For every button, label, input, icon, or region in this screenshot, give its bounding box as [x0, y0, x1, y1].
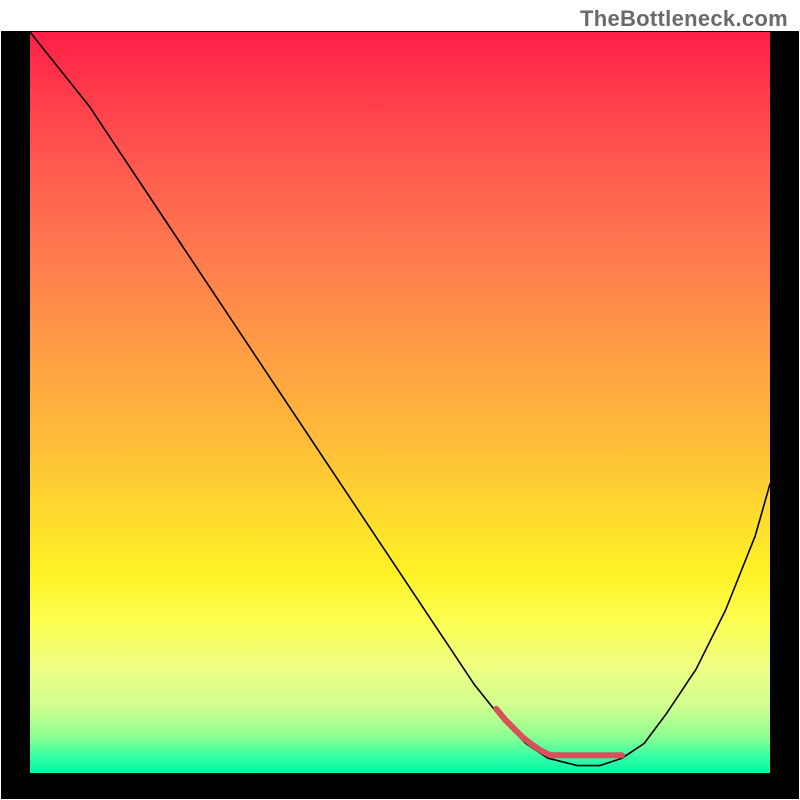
plot-area	[30, 32, 770, 773]
chart-frame	[1, 31, 799, 799]
chart-svg	[30, 32, 770, 773]
optimal-zone-lobe	[496, 709, 622, 755]
watermark-text: TheBottleneck.com	[580, 6, 788, 32]
bottleneck-curve	[30, 32, 770, 766]
screenshot-root: TheBottleneck.com	[0, 0, 800, 800]
